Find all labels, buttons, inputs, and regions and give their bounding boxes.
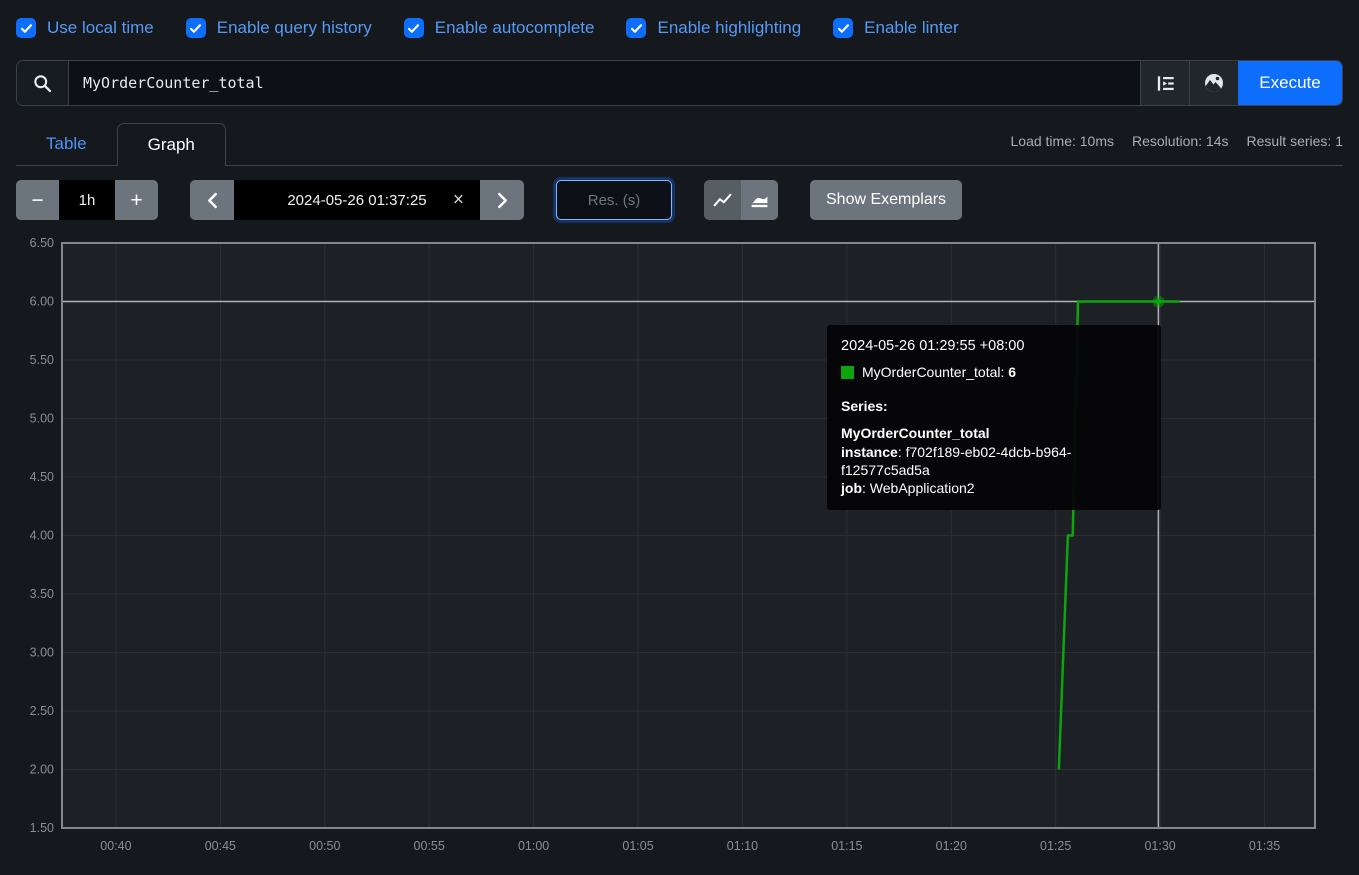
checkbox-label: Enable linter <box>864 18 959 37</box>
metrics-explorer-button[interactable] <box>1189 61 1238 105</box>
time-group: 2024-05-26 01:37:25 × <box>190 180 524 220</box>
svg-text:5.50: 5.50 <box>30 353 54 367</box>
svg-text:01:00: 01:00 <box>518 839 549 853</box>
svg-text:00:40: 00:40 <box>100 839 131 853</box>
svg-text:00:45: 00:45 <box>205 839 236 853</box>
graph-panel: − 1h + 2024-05-26 01:37:25 × Res. (s) Sh… <box>16 166 1343 868</box>
result-series: Result series: 1 <box>1246 133 1343 149</box>
svg-text:1.50: 1.50 <box>30 821 54 835</box>
options-bar: Use local time Enable query history Enab… <box>0 0 1359 38</box>
chart-type-group <box>704 180 778 220</box>
end-time-value: 2024-05-26 01:37:25 <box>287 191 427 209</box>
decrease-range-button[interactable]: − <box>16 180 59 220</box>
load-time: Load time: 10ms <box>1010 133 1115 149</box>
checkbox-checked-icon <box>403 18 424 38</box>
checkbox-checked-icon <box>626 18 647 38</box>
svg-text:5.00: 5.00 <box>30 412 54 426</box>
checkbox-checked-icon <box>185 18 206 38</box>
increase-range-button[interactable]: + <box>115 180 158 220</box>
checkbox-enable-autocomplete[interactable]: Enable autocomplete <box>403 18 595 38</box>
tooltip-timestamp: 2024-05-26 01:29:55 +08:00 <box>841 338 1025 354</box>
tooltip-series-heading: Series: <box>841 397 888 414</box>
time-back-button[interactable] <box>190 180 234 220</box>
query-bar: Execute <box>16 60 1343 106</box>
svg-text:4.00: 4.00 <box>30 529 54 543</box>
stacked-chart-toggle-button[interactable] <box>741 180 778 220</box>
tooltip-series-title: MyOrderCounter_total <box>841 425 990 442</box>
chevron-right-icon <box>497 192 507 208</box>
svg-text:01:30: 01:30 <box>1144 839 1175 853</box>
line-chart-toggle-button[interactable] <box>704 180 741 220</box>
tooltip-label-job: job: WebApplication2 <box>841 480 975 497</box>
svg-text:3.50: 3.50 <box>30 587 54 601</box>
svg-text:2.50: 2.50 <box>30 704 54 718</box>
checkbox-label: Enable query history <box>216 18 372 37</box>
graph-controls: − 1h + 2024-05-26 01:37:25 × Res. (s) Sh… <box>16 166 1343 220</box>
show-exemplars-button[interactable]: Show Exemplars <box>810 180 963 220</box>
format-expression-button[interactable] <box>1140 61 1189 105</box>
svg-text:3.00: 3.00 <box>30 646 54 660</box>
series-color-swatch <box>841 365 854 379</box>
checkbox-checked-icon <box>833 18 854 38</box>
checkbox-enable-linter[interactable]: Enable linter <box>833 18 959 38</box>
end-time-input[interactable]: 2024-05-26 01:37:25 × <box>234 180 480 220</box>
svg-text:6.50: 6.50 <box>30 236 54 250</box>
globe-icon <box>1205 74 1223 92</box>
query-stats: Load time: 10ms Resolution: 14s Result s… <box>1011 133 1344 149</box>
svg-text:6.00: 6.00 <box>30 295 54 309</box>
time-forward-button[interactable] <box>480 180 524 220</box>
svg-text:01:15: 01:15 <box>831 839 862 853</box>
svg-text:00:50: 00:50 <box>309 839 340 853</box>
line-chart-icon <box>713 193 732 206</box>
chevron-left-icon <box>207 192 217 208</box>
tab-graph[interactable]: Graph <box>116 123 226 166</box>
svg-text:01:10: 01:10 <box>727 839 758 853</box>
svg-text:2.00: 2.00 <box>30 763 54 777</box>
search-icon <box>17 61 69 105</box>
result-tabs: Table Graph Load time: 10ms Resolution: … <box>16 123 1343 166</box>
range-group: − 1h + <box>16 180 158 220</box>
tab-table[interactable]: Table <box>16 123 117 165</box>
svg-text:01:05: 01:05 <box>622 839 653 853</box>
clear-time-icon[interactable]: × <box>453 191 464 210</box>
query-expression-input[interactable] <box>69 61 1140 105</box>
indent-lines-icon <box>1157 75 1174 91</box>
checkbox-enable-query-history[interactable]: Enable query history <box>185 18 372 38</box>
svg-text:01:35: 01:35 <box>1249 839 1280 853</box>
resolution-input[interactable] <box>556 180 672 220</box>
stacked-area-chart-icon <box>751 196 768 207</box>
hover-tooltip: 2024-05-26 01:29:55 +08:00 MyOrderCounte… <box>827 325 1161 510</box>
resolution: Resolution: 14s <box>1132 133 1229 149</box>
execute-button[interactable]: Execute <box>1238 61 1342 105</box>
checkbox-enable-highlighting[interactable]: Enable highlighting <box>626 18 801 38</box>
svg-text:01:20: 01:20 <box>936 839 967 853</box>
checkbox-checked-icon <box>16 18 36 38</box>
tooltip-label-instance: instance: f702f189-eb02-4dcb-b964-f12577… <box>841 443 1072 478</box>
svg-text:01:25: 01:25 <box>1040 839 1071 853</box>
checkbox-use-local-time[interactable]: Use local time <box>16 18 154 38</box>
svg-text:4.50: 4.50 <box>30 470 54 484</box>
checkbox-label: Enable autocomplete <box>434 18 595 37</box>
checkbox-label: Enable highlighting <box>657 18 802 37</box>
tooltip-series-value: MyOrderCounter_total: 6 <box>862 364 1017 381</box>
graph-canvas[interactable]: 1.50 2.00 2.50 3.00 3.50 4.00 4.50 5.00 5.50 6.00… <box>16 235 1343 868</box>
range-duration-input[interactable]: 1h <box>59 180 115 220</box>
svg-text:00:55: 00:55 <box>414 839 445 853</box>
checkbox-label: Use local time <box>47 18 154 37</box>
